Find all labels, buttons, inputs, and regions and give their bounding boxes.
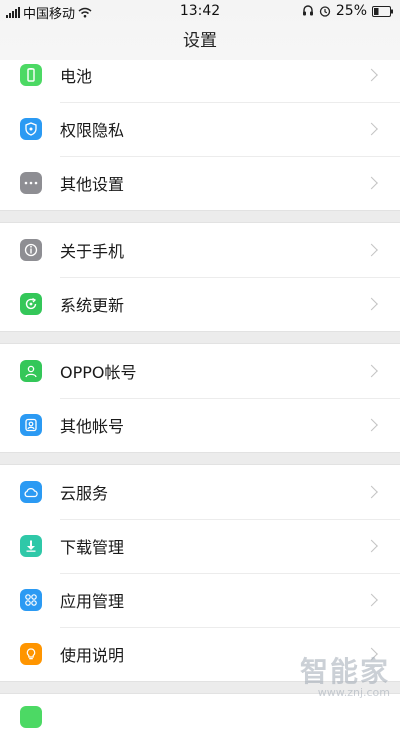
chevron-right-icon: [365, 539, 378, 553]
setting-item-about-phone[interactable]: 关于手机: [0, 223, 400, 277]
apps-icon: [20, 589, 42, 611]
setting-item-other-accounts[interactable]: 其他帐号: [0, 398, 400, 452]
status-bar-overlay: 中国移动 13:42 25%: [0, 0, 400, 22]
shield-icon: [20, 118, 42, 140]
chevron-right-icon: [365, 593, 378, 607]
chevron-right-icon: [365, 122, 378, 136]
page-title: 设置: [183, 31, 217, 51]
setting-label: 电池: [60, 67, 93, 86]
setting-label: 其他设置: [60, 175, 125, 194]
watermark: 智能家 www.znj.com: [300, 650, 390, 699]
partial-item-icon: [20, 706, 42, 728]
group-divider: [0, 210, 400, 223]
setting-item-download-manager[interactable]: 下载管理: [0, 519, 400, 573]
setting-label: 关于手机: [60, 242, 125, 261]
battery-icon: [372, 5, 393, 17]
setting-item-privacy[interactable]: 权限隐私: [0, 102, 400, 156]
setting-label: 权限隐私: [60, 121, 125, 140]
setting-label: OPPO帐号: [60, 363, 137, 382]
battery-percent: 25%: [335, 3, 367, 19]
person-icon: [20, 360, 42, 382]
update-icon: [20, 293, 42, 315]
chevron-right-icon: [365, 297, 378, 311]
group-divider: [0, 452, 400, 465]
setting-item-app-manager[interactable]: 应用管理: [0, 573, 400, 627]
chevron-right-icon: [365, 364, 378, 378]
settings-group: 电池 权限隐私 其他设置: [0, 48, 400, 210]
setting-label: 云服务: [60, 484, 109, 503]
watermark-text: 智能家: [299, 655, 390, 688]
group-divider: [0, 331, 400, 344]
chevron-right-icon: [365, 68, 378, 82]
cloud-icon: [20, 481, 42, 503]
setting-item-other-settings[interactable]: 其他设置: [0, 156, 400, 210]
info-icon: [20, 239, 42, 261]
setting-label: 使用说明: [60, 646, 125, 665]
setting-label: 其他帐号: [60, 417, 125, 436]
chevron-right-icon: [365, 243, 378, 257]
settings-group: 云服务 下载管理 应用管理 使用说明: [0, 465, 400, 681]
settings-group-partial: [0, 694, 400, 734]
settings-group: 关于手机 系统更新: [0, 223, 400, 331]
headset-icon: [302, 5, 313, 16]
setting-item-system-update[interactable]: 系统更新: [0, 277, 400, 331]
account-icon: [20, 414, 42, 436]
chevron-right-icon: [365, 418, 378, 432]
setting-item-oppo-account[interactable]: OPPO帐号: [0, 344, 400, 398]
alarm-icon: [319, 6, 331, 17]
settings-group: OPPO帐号 其他帐号: [0, 344, 400, 452]
battery-icon: [20, 64, 42, 86]
settings-list: 电池 权限隐私 其他设置 关于手机 系统更新 OPPO帐号 其他帐号 云服务 下…: [0, 48, 400, 734]
more-icon: [20, 172, 42, 194]
chevron-right-icon: [365, 176, 378, 190]
download-icon: [20, 535, 42, 557]
setting-label: 应用管理: [60, 592, 125, 611]
setting-label: 系统更新: [60, 296, 125, 315]
status-right: 25%: [302, 3, 394, 19]
setting-label: 下载管理: [60, 538, 125, 557]
bulb-icon: [20, 643, 42, 665]
chevron-right-icon: [365, 485, 378, 499]
setting-item-cloud-service[interactable]: 云服务: [0, 465, 400, 519]
